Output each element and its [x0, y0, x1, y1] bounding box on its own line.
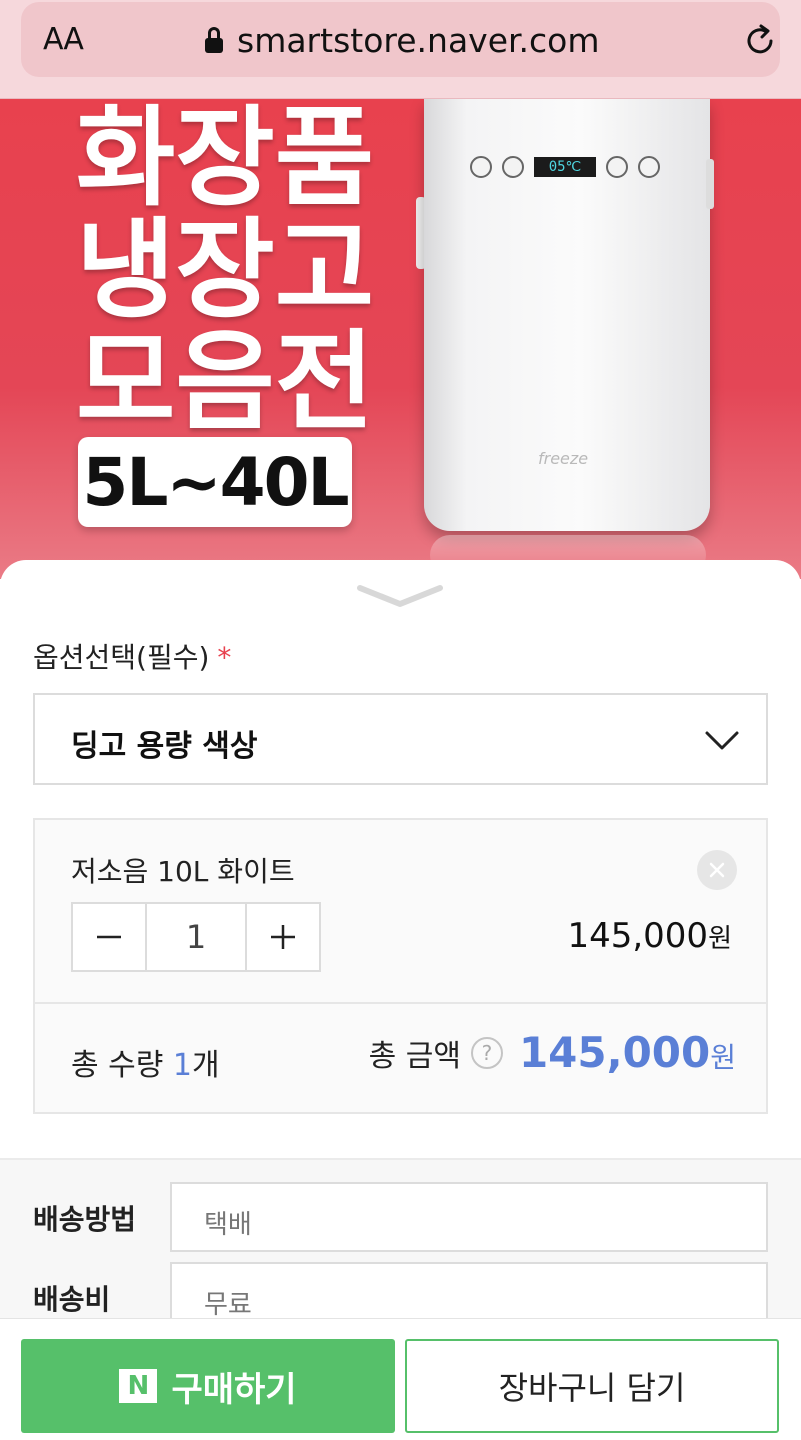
naver-pay-icon: N — [119, 1369, 158, 1403]
product-banner-image: 화장품 냉장고 모음전 5L~40L 05℃ freeze — [0, 99, 801, 579]
fridge-button — [470, 156, 492, 178]
total-quantity-value: 1 — [172, 1048, 192, 1083]
total-amount-number: 145,000 — [518, 1028, 711, 1077]
remove-option-button[interactable] — [697, 850, 737, 890]
buy-now-label: 구매하기 — [171, 1369, 297, 1410]
add-to-cart-button[interactable]: 장바구니 담기 — [405, 1339, 779, 1433]
text-size-button[interactable]: AA — [43, 22, 84, 57]
quantity-value[interactable]: 1 — [145, 904, 247, 970]
shipping-method-label: 배송방법 — [33, 1203, 137, 1236]
total-amount-label: 총 금액 — [368, 1038, 461, 1074]
address-bar[interactable]: AA smartstore.naver.com — [21, 2, 780, 77]
option-label-text: 옵션선택(필수) — [33, 641, 210, 674]
total-amount: 총 금액 ? 145,000원 — [369, 1028, 736, 1077]
fridge-control-panel: 05℃ — [470, 155, 666, 179]
fridge-handle — [706, 159, 714, 209]
selected-option-name: 저소음 10L 화이트 — [71, 855, 295, 888]
decrease-quantity-button[interactable] — [73, 904, 145, 970]
chevron-down-icon[interactable] — [356, 582, 444, 612]
help-icon[interactable]: ? — [470, 1036, 503, 1069]
increase-quantity-button[interactable] — [247, 904, 319, 970]
banner-title: 화장품 냉장고 모음전 — [76, 99, 375, 445]
url-text: smartstore.naver.com — [237, 20, 600, 60]
reload-icon[interactable] — [741, 22, 779, 60]
chevron-down-icon — [705, 731, 739, 750]
url-display[interactable]: smartstore.naver.com — [205, 20, 600, 60]
fridge-brand-logo: freeze — [538, 449, 589, 468]
option-dropdown[interactable]: 딩고 용량 색상 — [33, 693, 768, 785]
purchase-action-bar: N 구매하기 장바구니 담기 — [0, 1318, 801, 1440]
option-price-unit: 원 — [708, 924, 732, 954]
total-quantity-unit: 개 — [191, 1048, 220, 1083]
close-icon — [709, 862, 725, 878]
option-dropdown-value: 딩고 용량 색상 — [71, 729, 258, 764]
banner-capacity-badge: 5L~40L — [78, 437, 352, 527]
option-price: 145,000원 — [567, 916, 732, 956]
fridge-image: 05℃ freeze — [424, 99, 710, 531]
shipping-method-field: 택배 — [170, 1182, 768, 1252]
selected-option-card: 저소음 10L 화이트 1 145,000원 총 수량 1개 총 금액 ? 14… — [33, 818, 768, 1114]
total-quantity-label: 총 수량 — [71, 1048, 164, 1083]
browser-toolbar: AA smartstore.naver.com — [0, 0, 801, 99]
total-amount-unit: 원 — [710, 1041, 736, 1074]
quantity-stepper: 1 — [71, 902, 321, 972]
shipping-fee-label: 배송비 — [33, 1283, 111, 1316]
fridge-button — [502, 156, 524, 178]
fridge-button — [606, 156, 628, 178]
divider — [35, 1002, 766, 1004]
plus-icon — [270, 925, 295, 949]
required-mark: * — [217, 641, 232, 674]
fridge-button — [638, 156, 660, 178]
lock-icon — [205, 27, 223, 53]
minus-icon — [97, 935, 122, 939]
option-sheet: 옵션선택(필수) * 딩고 용량 색상 저소음 10L 화이트 1 145,000… — [0, 560, 801, 1440]
fridge-display: 05℃ — [534, 157, 596, 177]
option-price-value: 145,000 — [567, 916, 709, 956]
buy-now-button[interactable]: N 구매하기 — [21, 1339, 395, 1433]
total-quantity: 총 수량 1개 — [71, 1040, 220, 1084]
total-amount-value: 145,000원 — [519, 1028, 736, 1077]
option-select-label: 옵션선택(필수) * — [33, 636, 231, 676]
